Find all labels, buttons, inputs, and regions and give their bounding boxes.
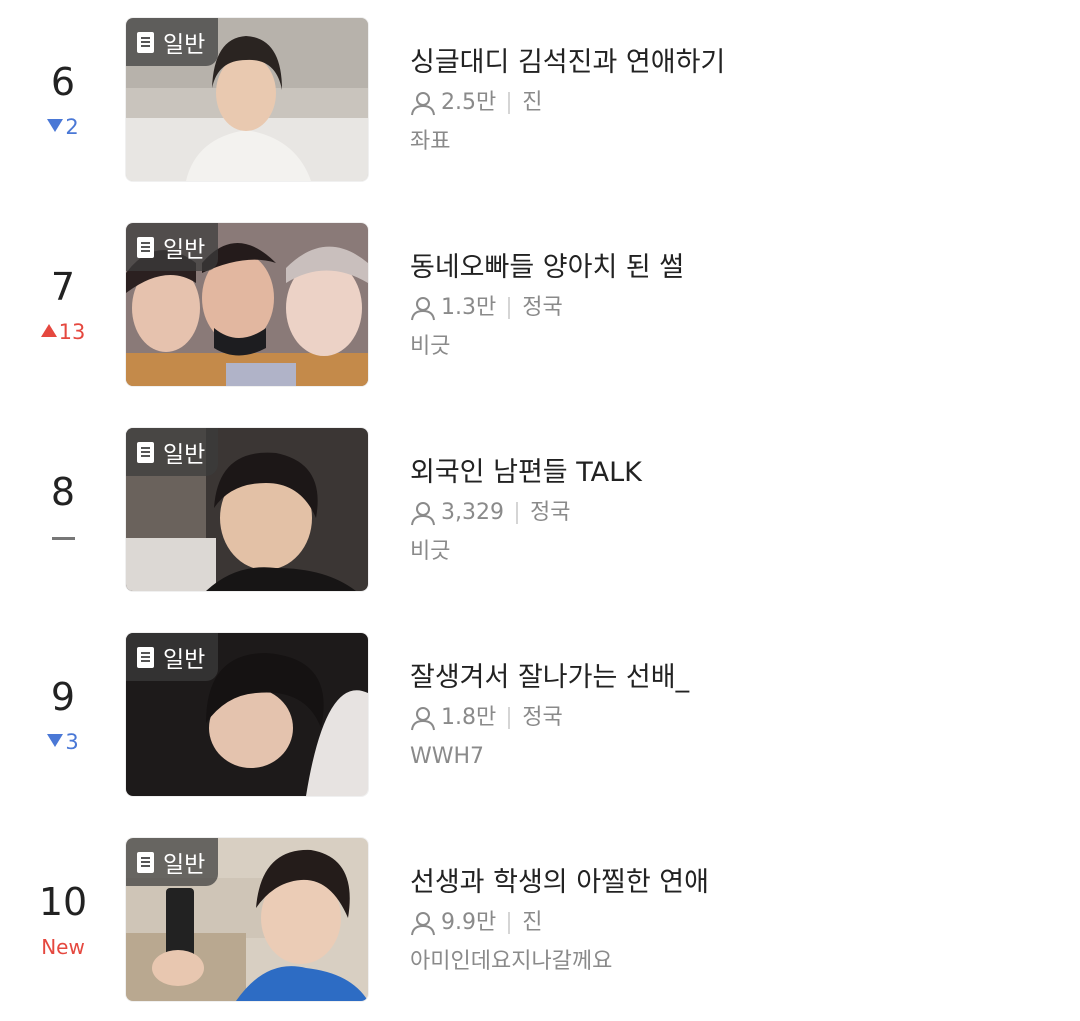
user-icon [411,912,435,936]
document-icon [137,31,154,53]
member-tag: 정국 [522,295,563,320]
rank-number: 6 [50,60,76,104]
list-item[interactable]: 8 일반 외국인 남편들 TALK 3,329 정국 비긋 [0,428,1080,591]
new-badge: New [41,935,85,959]
rank-number: 10 [38,880,88,924]
divider [508,92,511,114]
story-title[interactable]: 외국인 남편들 TALK [410,456,642,490]
story-title[interactable]: 선생과 학생의 아찔한 연애 [410,866,709,900]
author-name: 비긋 [410,539,451,564]
story-thumbnail[interactable]: 일반 [126,838,368,1001]
triangle-down-icon [47,119,64,132]
category-badge-label: 일반 [163,237,206,263]
category-badge-label: 일반 [163,647,206,673]
story-title[interactable]: 싱글대디 김석진과 연애하기 [410,46,725,80]
divider [508,297,511,319]
dash-icon [51,536,75,540]
user-icon [411,707,435,731]
list-item[interactable]: 7 13 일반 동네오빠들 양아치 된 썰 1.3만 정국 비긋 [0,223,1080,386]
story-meta: 3,329 정국 [410,498,570,528]
divider [508,707,511,729]
member-tag: 정국 [522,705,563,730]
rank-change: New [22,934,104,960]
author-name: WWH7 [410,744,485,769]
category-badge: 일반 [126,223,219,271]
divider [508,912,511,934]
list-item[interactable]: 9 3 일반 잘생겨서 잘나가는 선배_ 1.8만 정국 WWH7 [0,633,1080,796]
category-badge: 일반 [126,633,219,681]
member-tag: 진 [522,90,543,115]
rank-change-value: 2 [65,115,79,139]
user-icon [411,502,435,526]
view-count: 9.9만 [441,910,497,935]
member-tag: 진 [522,910,543,935]
list-item[interactable]: 6 2 일반 싱글대디 김석진과 연애하기 2.5만 진 좌표 [0,18,1080,181]
rank-number: 8 [50,470,76,514]
rank-change-value: 3 [65,730,79,754]
author-name: 아미인데요지나갈께요 [410,949,613,974]
category-badge: 일반 [126,838,219,886]
category-badge: 일반 [126,428,219,476]
divider [515,502,518,524]
category-badge-label: 일반 [163,32,206,58]
story-meta: 1.3만 정국 [410,293,563,323]
story-thumbnail[interactable]: 일반 [126,18,368,181]
rank-change: 13 [22,319,104,345]
author-name: 비긋 [410,334,451,359]
rank-number: 9 [50,675,76,719]
story-title[interactable]: 잘생겨서 잘나가는 선배_ [410,661,689,695]
story-meta: 9.9만 진 [410,908,542,938]
story-thumbnail[interactable]: 일반 [126,223,368,386]
author-name: 좌표 [410,129,451,154]
user-icon [411,92,435,116]
story-title[interactable]: 동네오빠들 양아치 된 썰 [410,251,684,285]
document-icon [137,851,154,873]
story-meta: 2.5만 진 [410,88,542,118]
document-icon [137,236,154,258]
story-thumbnail[interactable]: 일반 [126,428,368,591]
user-icon [411,297,435,321]
story-meta: 1.8만 정국 [410,703,563,733]
view-count: 1.8만 [441,705,497,730]
category-badge-label: 일반 [163,442,206,468]
document-icon [137,441,154,463]
category-badge-label: 일반 [163,852,206,878]
rank-change [22,524,104,550]
view-count: 1.3만 [441,295,497,320]
story-thumbnail[interactable]: 일반 [126,633,368,796]
view-count: 2.5만 [441,90,497,115]
list-item[interactable]: 10 New 일반 선생과 학생의 아찔한 연애 9.9만 진 아미인데요지나갈… [0,838,1080,1001]
rank-number: 7 [50,265,76,309]
category-badge: 일반 [126,18,219,66]
rank-change-value: 13 [58,320,86,344]
member-tag: 정국 [529,500,571,525]
rank-change: 3 [22,729,104,755]
triangle-down-icon [47,734,64,747]
rank-change: 2 [22,114,104,140]
triangle-up-icon [40,324,57,337]
document-icon [137,646,154,668]
view-count: 3,329 [441,500,504,525]
